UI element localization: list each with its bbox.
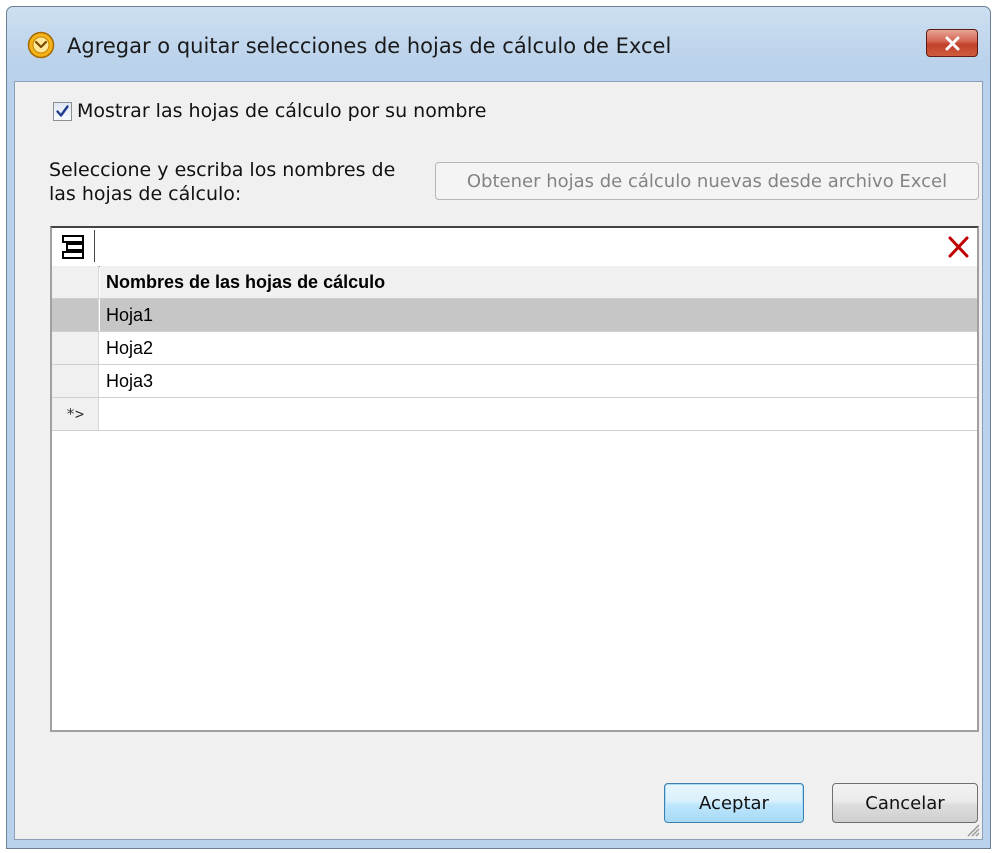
row-header[interactable] — [52, 332, 99, 364]
sheet-name-cell[interactable]: Hoja1 — [100, 299, 977, 331]
column-header-row: Nombres de las hojas de cálculo — [52, 266, 977, 299]
new-row[interactable]: *> — [52, 398, 977, 431]
instruction-label: Seleccione y escriba los nombres de las … — [49, 159, 396, 205]
cancel-button[interactable]: Cancelar — [832, 783, 978, 823]
close-icon — [945, 36, 960, 51]
show-by-name-checkbox[interactable] — [53, 102, 72, 121]
mapforce-clock-icon — [27, 31, 55, 59]
row-header[interactable] — [52, 365, 99, 397]
row-header[interactable] — [52, 299, 99, 331]
dialog-window: Agregar o quitar selecciones de hojas de… — [6, 6, 991, 849]
grid-toolbar — [52, 228, 977, 267]
fetch-sheets-button[interactable]: Obtener hojas de cálculo nuevas desde ar… — [435, 162, 979, 200]
close-button[interactable] — [926, 29, 978, 57]
window-title: Agregar o quitar selecciones de hojas de… — [67, 34, 672, 58]
row-header-corner — [52, 266, 99, 298]
delete-row-button[interactable] — [943, 232, 973, 262]
ok-button[interactable]: Aceptar — [664, 783, 804, 823]
delete-icon — [948, 236, 969, 258]
new-row-cell[interactable] — [100, 398, 977, 430]
sheet-name-cell[interactable]: Hoja2 — [100, 332, 977, 364]
show-by-name-label[interactable]: Mostrar las hojas de cálculo por su nomb… — [77, 100, 486, 122]
sheet-names-grid: Nombres de las hojas de cálculo Hoja1 Ho… — [50, 226, 979, 732]
title-bar[interactable]: Agregar o quitar selecciones de hojas de… — [7, 7, 990, 81]
column-header[interactable]: Nombres de las hojas de cálculo — [100, 266, 977, 298]
resize-grip-icon[interactable] — [964, 821, 980, 837]
checkmark-icon — [56, 105, 69, 117]
append-row-icon — [62, 235, 84, 259]
sheet-name-cell[interactable]: Hoja3 — [100, 365, 977, 397]
dialog-content: Mostrar las hojas de cálculo por su nomb… — [14, 81, 983, 840]
append-row-button[interactable] — [54, 230, 95, 262]
table-row[interactable]: Hoja1 — [52, 299, 977, 332]
table-row[interactable]: Hoja2 — [52, 332, 977, 365]
table-row[interactable]: Hoja3 — [52, 365, 977, 398]
new-row-marker[interactable]: *> — [52, 398, 99, 430]
